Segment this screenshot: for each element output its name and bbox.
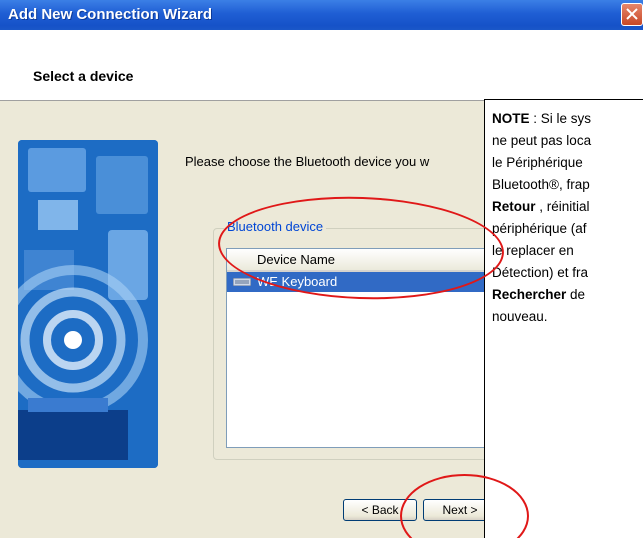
list-item[interactable]: WE Keyboard [227,272,517,292]
note-line-7: le replacer en [492,243,574,258]
keyboard-icon [233,278,251,286]
wizard-illustration [18,140,158,468]
wizard-header: Select a device [0,30,643,101]
column-header-device-name[interactable]: Device Name [227,249,517,272]
wizard-window: Add New Connection Wizard Select a devic… [0,0,643,538]
note-line-9: Rechercher de [492,287,586,302]
title-bar[interactable]: Add New Connection Wizard [0,0,643,30]
bluetooth-devices-illustration [18,140,158,468]
device-name: WE Keyboard [257,274,338,289]
instruction-text: Please choose the Bluetooth device you w [185,154,430,169]
note-line-1: NOTE : Si le sys [492,111,592,126]
note-line-3: le Périphérique [492,155,583,170]
note-line-5: Retour , réinitial [492,199,590,214]
note-line-10: nouveau. [492,309,548,324]
back-button[interactable]: < Back [343,499,417,521]
group-label: Bluetooth device [224,219,327,234]
column-header-label: Device Name [257,252,336,267]
close-icon [626,8,638,20]
note-rechercher: Rechercher [492,287,567,302]
device-list[interactable]: Device Name WE Keyboard [226,248,518,448]
note-line-2: ne peut pas loca [492,133,592,148]
note-line-4: Bluetooth®, frap [492,177,590,192]
close-button[interactable] [621,3,643,26]
note-box: NOTE : Si le sys ne peut pas loca le Pér… [484,99,643,538]
note-retour: Retour [492,199,536,214]
window-title: Add New Connection Wizard [8,6,213,23]
note-label: NOTE [492,111,530,126]
note-line-8: Détection) et fra [492,265,589,280]
note-line-6: périphérique (af [492,221,587,236]
page-title: Select a device [33,68,134,84]
